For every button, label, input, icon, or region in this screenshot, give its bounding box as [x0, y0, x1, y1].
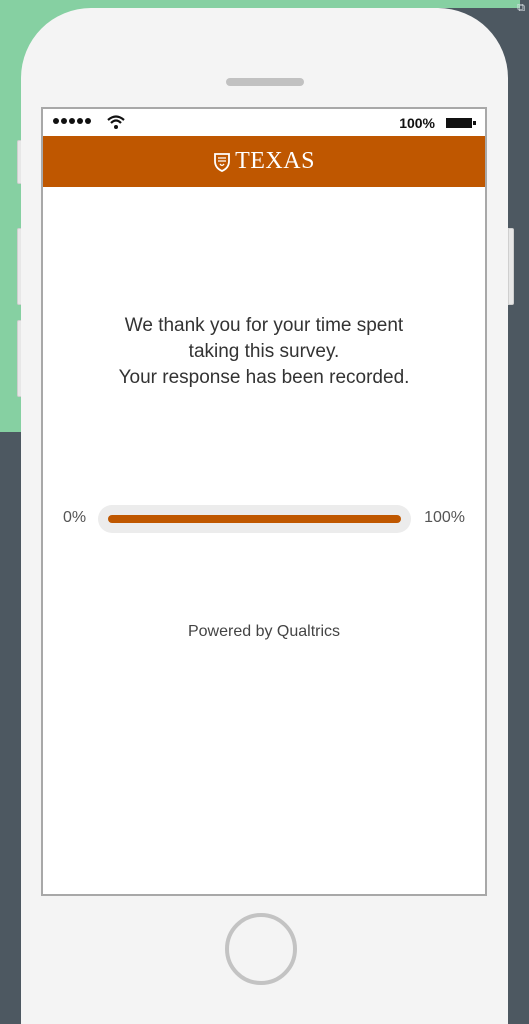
phone-screen: 100% TEXAS We thank you for your time sp… [41, 107, 487, 896]
battery-percent: 100% [399, 115, 435, 131]
progress-track [98, 505, 411, 533]
signal-dots-icon [53, 118, 91, 124]
phone-frame: 100% TEXAS We thank you for your time sp… [21, 8, 508, 1024]
logo-text: TEXAS [235, 148, 315, 174]
wifi-icon [107, 115, 125, 129]
message-line-1: We thank you for your time spent [124, 315, 404, 336]
progress-fill [108, 515, 401, 523]
shield-icon [214, 152, 230, 172]
status-bar: 100% [43, 109, 485, 136]
battery-icon [446, 118, 476, 128]
powered-by-text: Powered by Qualtrics [187, 623, 341, 640]
home-button[interactable] [225, 913, 297, 985]
progress-end-label: 100% [424, 509, 465, 526]
message-line-2: taking this survey. [188, 341, 340, 362]
thank-you-message: We thank you for your time spent taking … [43, 313, 485, 391]
progress-section: 0% 100% [43, 505, 485, 535]
texas-logo: TEXAS [213, 148, 315, 175]
message-line-3: Your response has been recorded. [118, 367, 410, 388]
background-green-strip [380, 0, 520, 8]
expand-icon[interactable]: ⧉ [517, 2, 525, 15]
progress-start-label: 0% [63, 509, 87, 526]
speaker-grille [226, 78, 304, 86]
power-button [508, 228, 514, 305]
header-bar: TEXAS [43, 136, 485, 187]
